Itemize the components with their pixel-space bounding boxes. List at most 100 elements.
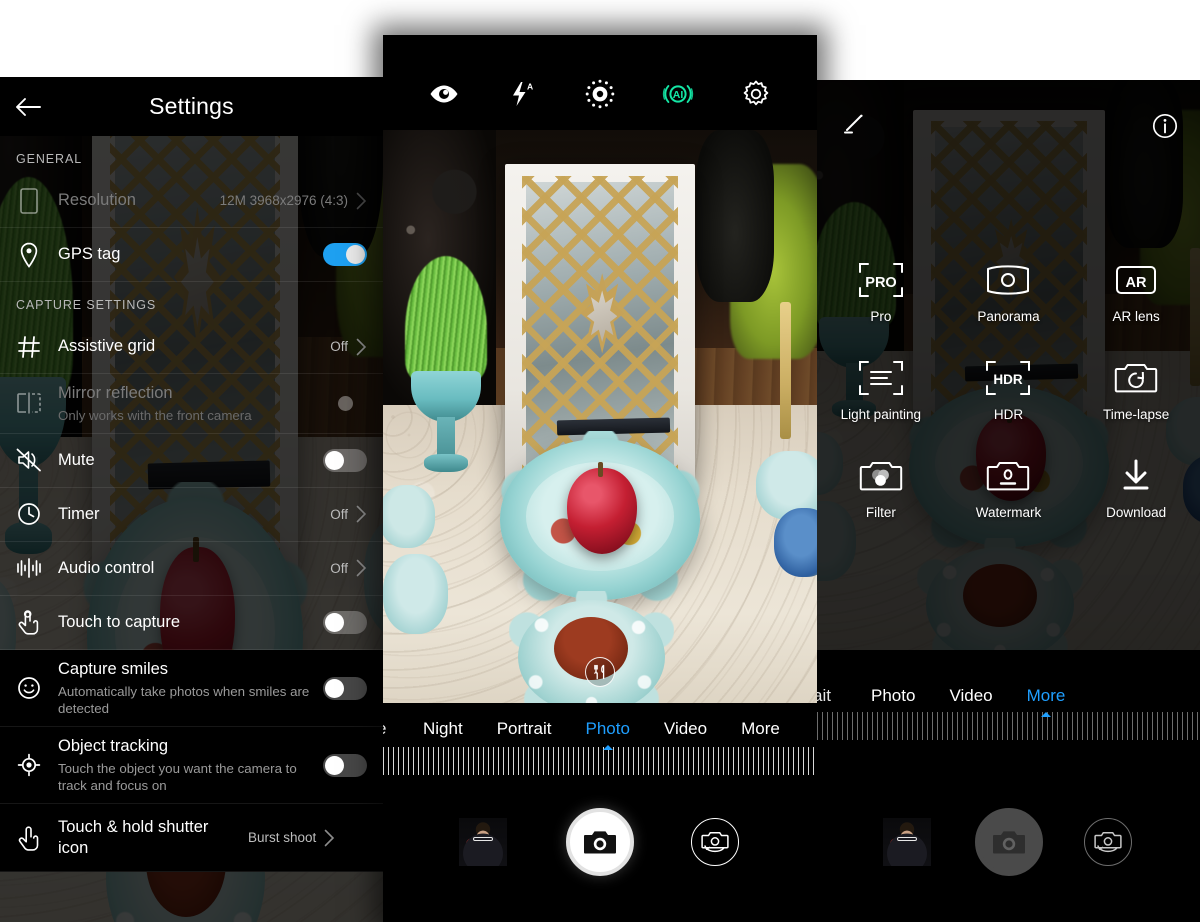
- more-mode-hdr[interactable]: HDR HDR: [945, 358, 1073, 422]
- setting-label: Mute: [58, 451, 95, 470]
- active-mode-caret: [602, 745, 613, 750]
- more-mode-label: Time-lapse: [1103, 407, 1170, 422]
- switch-camera-icon: [701, 831, 729, 853]
- setting-row-mute[interactable]: Mute: [0, 434, 383, 488]
- setting-sublabel: Touch the object you want the camera to …: [58, 760, 297, 793]
- gallery-thumbnail[interactable]: [459, 818, 507, 866]
- switch-camera-button-disabled[interactable]: [1084, 818, 1132, 866]
- camera-preview-image: [383, 130, 817, 703]
- setting-row-assistive-grid[interactable]: Assistive grid Off: [0, 320, 383, 374]
- audio-wave-icon: [0, 542, 58, 595]
- panorama-icon: [987, 265, 1030, 295]
- more-mode-label: Download: [1106, 505, 1167, 520]
- touch-to-capture-toggle[interactable]: [323, 610, 367, 634]
- chevron-right-icon: [356, 506, 367, 523]
- mode-aperture-partial[interactable]: e: [383, 719, 401, 739]
- more-mode-light-painting[interactable]: Light painting: [817, 358, 945, 422]
- location-pin-icon: [0, 228, 58, 281]
- more-mode-label: Light painting: [840, 407, 921, 422]
- more-mode-watermark[interactable]: Watermark: [945, 456, 1073, 520]
- more-modes-panel: PRO Pro Panorama AR AR lens Light painti…: [817, 80, 1200, 922]
- gallery-thumbnail[interactable]: [883, 818, 931, 866]
- mirror-icon: [0, 377, 58, 430]
- mode-photo-label: Photo: [585, 719, 630, 738]
- moving-picture-icon[interactable]: [580, 74, 620, 114]
- setting-value: Off: [330, 506, 348, 522]
- camera-panel: A AI Night Portrait Photo Video More: [383, 35, 817, 922]
- shutter-button-disabled[interactable]: [974, 808, 1043, 876]
- mute-toggle[interactable]: [323, 448, 367, 472]
- svg-text:A: A: [527, 82, 533, 92]
- camera-top-toolbar[interactable]: A AI: [383, 60, 817, 128]
- setting-row-resolution[interactable]: Resolution 12M 3968x2976 (4:3): [0, 174, 383, 228]
- setting-row-mirror-reflection[interactable]: Mirror reflection Only works with the fr…: [0, 374, 383, 434]
- chevron-right-icon: [356, 560, 367, 577]
- more-top-toolbar[interactable]: [817, 102, 1200, 150]
- screenshot-root: Settings GENERAL Resolution 12M 3968x297…: [0, 0, 1200, 922]
- more-mode-pro[interactable]: PRO Pro: [817, 260, 945, 324]
- more-mode-time-lapse[interactable]: Time-lapse: [1072, 358, 1200, 422]
- hold-hand-icon: [0, 811, 58, 864]
- switch-camera-icon: [1094, 831, 1122, 853]
- page-title: Settings: [149, 93, 234, 119]
- mode-night[interactable]: Night: [423, 719, 463, 739]
- mode-photo[interactable]: Photo: [585, 719, 630, 750]
- setting-label: Audio control: [58, 559, 155, 578]
- more-mode-filter[interactable]: Filter: [817, 456, 945, 520]
- mode-video[interactable]: Video: [664, 719, 707, 739]
- flash-auto-icon[interactable]: A: [502, 74, 542, 114]
- mode-more-label: More: [1026, 686, 1066, 705]
- switch-camera-button[interactable]: [691, 818, 739, 866]
- section-header-capture-settings: CAPTURE SETTINGS: [16, 298, 157, 312]
- setting-value: Off: [330, 560, 348, 576]
- food-scene-icon[interactable]: [585, 657, 615, 687]
- settings-list[interactable]: GENERAL Resolution 12M 3968x2976 (4:3) G…: [0, 136, 383, 922]
- more-mode-label: Panorama: [977, 309, 1040, 324]
- time-lapse-icon: [1114, 364, 1158, 393]
- camera-viewfinder[interactable]: [383, 130, 817, 703]
- more-mode-label: HDR: [993, 407, 1024, 422]
- download-icon: [1123, 459, 1149, 490]
- more-mode-panorama[interactable]: Panorama: [945, 260, 1073, 324]
- gps-tag-toggle[interactable]: [323, 243, 367, 266]
- mode-photo[interactable]: Photo: [871, 686, 915, 706]
- ai-master-icon[interactable]: AI: [658, 74, 698, 114]
- more-mode-download[interactable]: Download: [1072, 456, 1200, 520]
- mode-more[interactable]: More: [741, 719, 780, 739]
- mirror-reflection-toggle[interactable]: [338, 395, 353, 411]
- more-modes-grid[interactable]: PRO Pro Panorama AR AR lens Light painti…: [817, 260, 1200, 520]
- mode-portrait-partial[interactable]: ait: [817, 686, 843, 706]
- section-header-general: GENERAL: [16, 152, 83, 166]
- shutter-button[interactable]: [566, 808, 634, 876]
- more-mode-ar-lens[interactable]: AR AR lens: [1072, 260, 1200, 324]
- more-mode-selector[interactable]: ait Photo Video More: [817, 670, 1200, 722]
- settings-gear-icon[interactable]: [736, 74, 776, 114]
- setting-row-touch-hold-shutter[interactable]: Touch & hold shutter icon Burst shoot: [0, 804, 383, 873]
- setting-label: Touch & hold shutter icon: [58, 818, 209, 857]
- mode-video[interactable]: Video: [949, 686, 992, 706]
- edit-pencil-icon[interactable]: [839, 113, 865, 139]
- setting-row-gps-tag[interactable]: GPS tag: [0, 228, 383, 282]
- active-mode-caret: [1040, 712, 1051, 717]
- setting-row-timer[interactable]: Timer Off: [0, 488, 383, 542]
- svg-text:PRO: PRO: [865, 275, 896, 291]
- setting-row-audio-control[interactable]: Audio control Off: [0, 542, 383, 596]
- camera-mode-selector[interactable]: e Night Portrait Photo Video More: [383, 703, 817, 755]
- setting-row-object-tracking[interactable]: Object tracking Touch the object you wan…: [0, 727, 383, 805]
- mode-portrait[interactable]: Portrait: [497, 719, 552, 739]
- camera-icon: [584, 831, 616, 854]
- info-icon[interactable]: [1152, 113, 1178, 139]
- eye-beauty-icon[interactable]: [424, 74, 464, 114]
- hdr-icon: HDR: [986, 361, 1031, 395]
- camera-icon: [992, 831, 1025, 854]
- setting-row-touch-to-capture[interactable]: Touch to capture: [0, 596, 383, 650]
- capture-smiles-toggle[interactable]: [323, 676, 367, 700]
- light-painting-icon: [858, 361, 903, 395]
- more-mode-label: Watermark: [975, 505, 1042, 520]
- mode-more[interactable]: More: [1026, 686, 1066, 717]
- setting-sublabel: Automatically take photos when smiles ar…: [58, 683, 310, 716]
- object-tracking-toggle[interactable]: [323, 753, 367, 777]
- setting-row-capture-smiles[interactable]: Capture smiles Automatically take photos…: [0, 650, 383, 728]
- camera-bottom-controls: [383, 762, 817, 922]
- more-bottom-controls: [817, 762, 1200, 922]
